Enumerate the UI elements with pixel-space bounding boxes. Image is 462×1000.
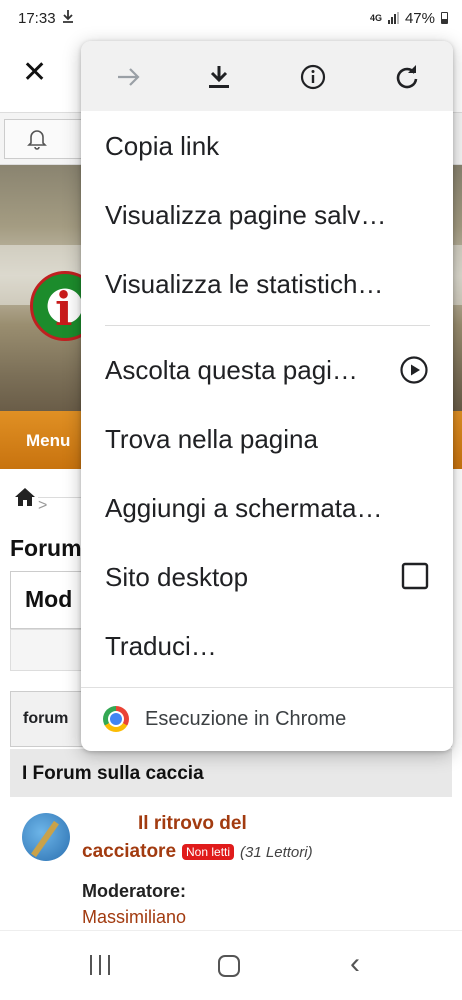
menu-item-add-to-home[interactable]: Aggiungi a schermata… (105, 493, 435, 524)
network-type: 4G (369, 12, 382, 23)
list-item: Il ritrovo del cacciatore Non letti (31 … (10, 809, 452, 933)
battery-level: 47% (404, 9, 435, 27)
home-button-icon[interactable] (218, 955, 240, 977)
battery-icon (441, 12, 448, 24)
info-icon[interactable] (293, 57, 333, 97)
category-label[interactable]: I Forum sulla caccia (22, 763, 204, 784)
menu-icon-row (81, 41, 453, 111)
desktop-site-checkbox[interactable] (401, 562, 429, 595)
menu-item-saved-pages[interactable]: Visualizza pagine salv… (105, 200, 435, 231)
forum-title-line2[interactable]: cacciatore (82, 841, 176, 863)
menu-item-copy-link[interactable]: Copia link (105, 131, 435, 162)
menu-footer: Esecuzione in Chrome (81, 687, 453, 751)
section-heading: Forum (10, 535, 82, 561)
status-time: 17:33 (18, 9, 56, 27)
forum-title-line1[interactable]: Il ritrovo del (138, 813, 247, 835)
menu-item-find-in-page[interactable]: Trova nella pagina (105, 424, 435, 455)
notification-button[interactable] (4, 119, 90, 159)
unread-badge: Non letti (182, 844, 235, 860)
overflow-menu: Copia link Visualizza pagine salv… Visua… (81, 41, 453, 751)
menu-item-translate[interactable]: Traduci… (105, 631, 435, 662)
category-row[interactable]: I Forum sulla caccia (10, 749, 452, 797)
readers-count: (31 Lettori) (240, 843, 313, 861)
moderator-name[interactable]: Massimiliano (82, 907, 186, 928)
site-menu-label[interactable]: Menu (26, 431, 70, 450)
menu-footer-text: Esecuzione in Chrome (145, 708, 347, 730)
recent-apps-icon[interactable] (90, 955, 110, 975)
home-icon[interactable] (14, 487, 36, 507)
download-status-icon (62, 9, 74, 27)
table-header-label: forum (23, 710, 69, 727)
menu-item-statistics[interactable]: Visualizza le statistich… (105, 269, 435, 300)
forward-icon[interactable] (109, 57, 149, 97)
moderator-label: Moderatore: (82, 881, 187, 901)
breadcrumb: > (14, 487, 363, 514)
bell-icon (27, 130, 47, 150)
back-icon[interactable]: ‹ (350, 949, 360, 979)
menu-item-desktop-site[interactable]: Sito desktop (105, 562, 385, 593)
status-bar: 17:33 4G 47% (0, 0, 462, 36)
download-icon[interactable] (199, 57, 239, 97)
close-tab-icon[interactable]: ✕ (22, 58, 47, 88)
forum-icon (22, 813, 70, 861)
menu-divider (105, 325, 430, 326)
system-nav-bar: ‹ (0, 930, 462, 1000)
forum-title-row: cacciatore Non letti (31 Lettori) (82, 841, 313, 863)
chrome-icon (103, 706, 129, 732)
refresh-icon[interactable] (387, 57, 427, 97)
menu-item-listen-page[interactable]: Ascolta questa pagi… (105, 355, 395, 386)
play-circle-icon[interactable] (399, 355, 429, 390)
signal-icon (387, 12, 399, 24)
moderation-heading: Mod (25, 586, 73, 612)
